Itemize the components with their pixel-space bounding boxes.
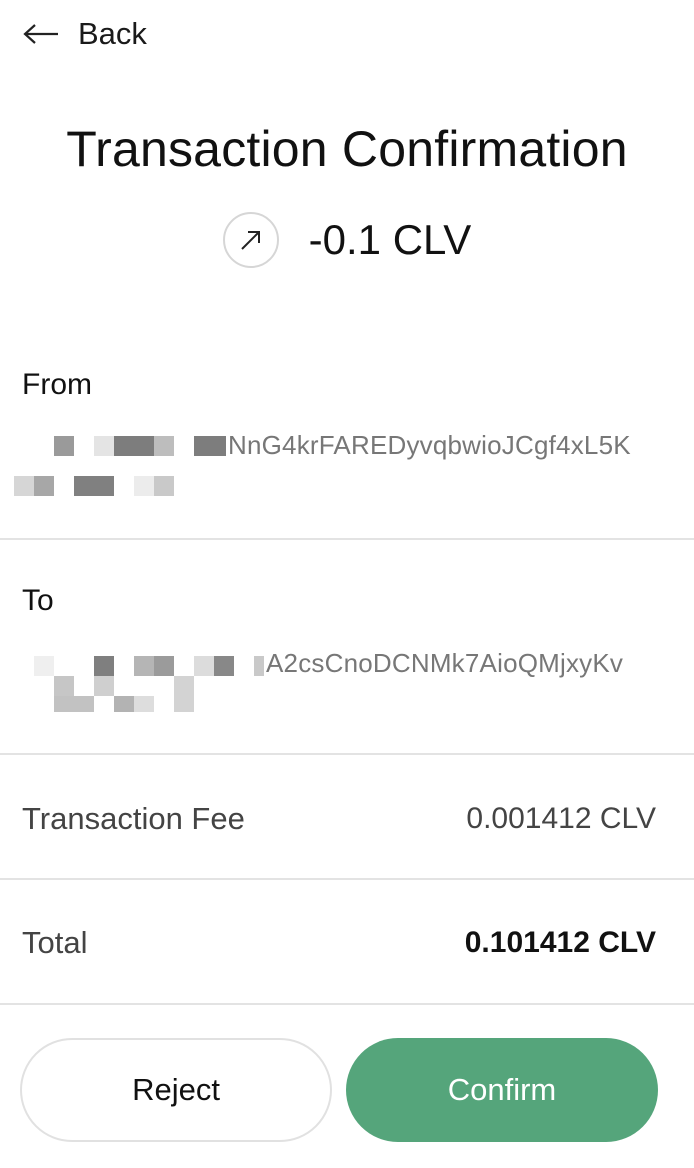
amount-summary: -0.1 CLV <box>0 212 694 268</box>
from-address-text: NnG4krFAREDyvqbwioJCgf4xL5K <box>228 430 631 460</box>
divider <box>0 878 694 880</box>
arrow-up-right-icon <box>222 212 279 268</box>
from-address-redacted <box>14 432 226 502</box>
fee-label: Transaction Fee <box>22 801 245 836</box>
back-button[interactable]: Back <box>22 12 147 56</box>
arrow-left-icon <box>22 22 60 46</box>
total-label: Total <box>22 925 88 960</box>
divider <box>0 1003 694 1005</box>
confirm-button[interactable]: Confirm <box>346 1038 658 1142</box>
confirm-button-label: Confirm <box>447 1072 557 1107</box>
total-row: Total 0.101412 CLV <box>22 918 656 968</box>
amount-value: -0.1 CLV <box>308 216 472 263</box>
to-label: To <box>22 584 54 617</box>
divider <box>0 538 694 540</box>
from-label: From <box>22 368 92 401</box>
to-address-redacted <box>22 652 266 714</box>
page-title: Transaction Confirmation <box>66 121 628 177</box>
total-value: 0.101412 CLV <box>464 926 656 959</box>
transaction-confirmation-screen: Back Transaction Confirmation -0.1 CLV F… <box>0 0 694 1168</box>
reject-button[interactable]: Reject <box>20 1038 332 1142</box>
transaction-fee-row: Transaction Fee 0.001412 CLV <box>22 794 656 844</box>
reject-button-label: Reject <box>132 1072 220 1107</box>
back-label: Back <box>78 16 147 51</box>
fee-value: 0.001412 CLV <box>466 802 656 835</box>
divider <box>0 753 694 755</box>
to-address-text: A2csCnoDCNMk7AioQMjxyKv <box>266 648 624 678</box>
